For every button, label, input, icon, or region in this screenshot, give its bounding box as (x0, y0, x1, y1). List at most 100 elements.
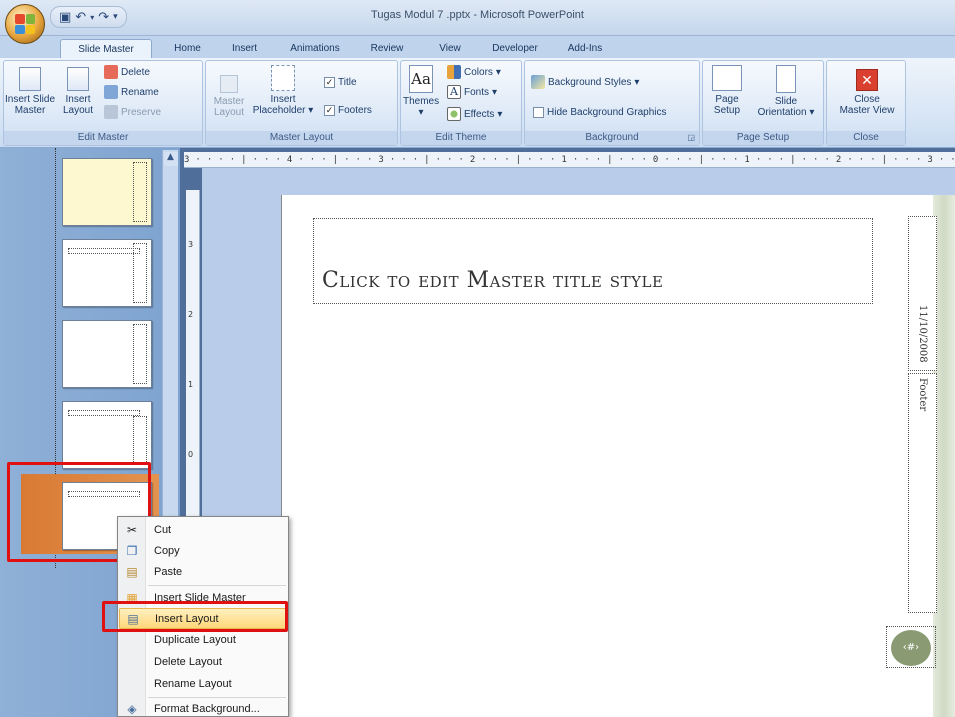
date-placeholder[interactable]: 11/10/2008 (908, 216, 937, 371)
thumbnail-title-placeholder (68, 410, 140, 416)
colors-button[interactable]: Colors ▾ (447, 65, 501, 79)
master-layout-button[interactable]: Master Layout (208, 75, 250, 118)
title-check-icon: ✓ (324, 77, 335, 88)
group-label: Close (827, 131, 905, 145)
office-button[interactable] (5, 4, 45, 44)
slide-master-thumbnail[interactable] (62, 158, 152, 226)
delete-button[interactable]: Delete (104, 65, 150, 79)
ribbon: Insert Slide Master Insert Layout Delete… (0, 58, 955, 148)
layout-icon (67, 67, 89, 91)
group-label: Edit Master (4, 131, 202, 145)
menu-item-copy[interactable]: ❐ Copy (119, 541, 288, 562)
colors-icon (447, 65, 461, 79)
tab-slide-master[interactable]: Slide Master (60, 39, 152, 58)
menu-item-rename-layout[interactable]: Rename Layout (119, 674, 288, 695)
master-layout-icon (220, 75, 238, 93)
fonts-button[interactable]: A Fonts ▾ (447, 85, 497, 99)
footers-checkbox[interactable]: ✓ Footers (324, 105, 372, 116)
layout-thumbnail[interactable] (62, 401, 152, 469)
menu-item-paste[interactable]: ▤ Paste (119, 562, 288, 583)
powerpoint-window: ▣ ↶ ▾ ↷ ▾ Tugas Modul 7 .pptx - Microsof… (0, 0, 955, 717)
scissors-icon: ✂ (126, 523, 138, 537)
footer-placeholder[interactable]: Footer (908, 373, 937, 613)
master-title-text: Click to edit Master title style (322, 268, 664, 293)
thumbnail-scrollbar[interactable]: ▲ (162, 150, 178, 520)
hide-background-check-icon (533, 107, 544, 118)
slide-orientation-button[interactable]: Slide Orientation ▾ (749, 65, 823, 118)
footers-check-icon: ✓ (324, 105, 335, 116)
group-master-layout: Master Layout Insert Placeholder ▾ ✓ Titl… (205, 60, 398, 146)
title-bar: ▣ ↶ ▾ ↷ ▾ Tugas Modul 7 .pptx - Microsof… (0, 0, 955, 44)
format-background-icon: ◈ (127, 702, 137, 716)
menu-item-format-background[interactable]: ◈ Format Background... (119, 699, 288, 717)
background-styles-button[interactable]: Background Styles ▾ (531, 75, 639, 89)
effects-icon (447, 107, 461, 121)
rename-button[interactable]: Rename (104, 85, 159, 99)
tab-insert[interactable]: Insert (222, 39, 267, 58)
themes-icon: Aa (409, 65, 433, 93)
ruler-tick-2: 2 (188, 310, 194, 319)
group-label: Master Layout (206, 131, 397, 145)
layout-thumbnail[interactable] (62, 239, 152, 307)
tab-developer[interactable]: Developer (485, 39, 545, 58)
close-master-view-button[interactable]: ✕ Close Master View (829, 69, 905, 116)
insert-placeholder-button[interactable]: Insert Placeholder ▾ (250, 65, 316, 116)
paste-icon: ▤ (126, 565, 138, 579)
date-text: 11/10/2008 (917, 305, 928, 363)
thumbnail-title-placeholder (68, 248, 140, 254)
thumbnail-placeholder (133, 324, 147, 384)
copy-icon: ❐ (126, 544, 138, 558)
background-styles-icon (531, 75, 545, 89)
group-background: Background Styles ▾ Hide Background Grap… (524, 60, 700, 146)
thumbnail-placeholder (133, 416, 147, 464)
close-icon: ✕ (856, 69, 878, 91)
tab-add-ins[interactable]: Add-Ins (562, 39, 608, 58)
tab-review[interactable]: Review (364, 39, 410, 58)
scroll-up-icon[interactable]: ▲ (163, 152, 178, 166)
title-checkbox[interactable]: ✓ Title (324, 77, 357, 88)
tab-home[interactable]: Home (165, 39, 210, 58)
group-label: Background ◲ (525, 131, 699, 145)
menu-item-cut[interactable]: ✂ Cut (119, 520, 288, 541)
ruler-tick-3: 3 (188, 240, 194, 249)
delete-icon (104, 65, 118, 79)
menu-separator (148, 585, 286, 586)
thumbnail-placeholder (133, 243, 147, 303)
thumbnail-placeholder (133, 162, 147, 222)
fonts-icon: A (447, 85, 461, 99)
menu-separator (148, 697, 286, 698)
placeholder-icon (271, 65, 295, 91)
insert-layout-button[interactable]: Insert Layout (56, 67, 100, 116)
horizontal-ruler: 3 · · · · | · · · 4 · · · | · · · 3 · · … (184, 152, 955, 168)
menu-item-duplicate-layout[interactable]: Duplicate Layout (119, 630, 288, 651)
group-label: Page Setup (703, 131, 823, 145)
preserve-button[interactable]: Preserve (104, 105, 161, 119)
group-page-setup: Page Setup Slide Orientation ▾ Page Setu… (702, 60, 824, 146)
page-setup-button[interactable]: Page Setup (705, 65, 749, 116)
effects-button[interactable]: Effects ▾ (447, 107, 502, 121)
menu-item-delete-layout[interactable]: Delete Layout (119, 652, 288, 673)
preserve-icon (104, 105, 118, 119)
slide-number: ‹#› (891, 630, 931, 666)
group-close: ✕ Close Master View Close (826, 60, 906, 146)
group-label: Edit Theme (401, 131, 521, 145)
slide-orientation-icon (776, 65, 796, 93)
tab-view[interactable]: View (432, 39, 468, 58)
hide-background-graphics-checkbox[interactable]: Hide Background Graphics (533, 107, 667, 118)
window-title: Tugas Modul 7 .pptx - Microsoft PowerPoi… (371, 9, 584, 21)
group-edit-master: Insert Slide Master Insert Layout Delete… (3, 60, 203, 146)
ruler-tick-0: 0 (188, 450, 194, 459)
footer-text: Footer (917, 378, 928, 412)
tab-animations[interactable]: Animations (280, 39, 350, 58)
dialog-launcher-icon[interactable]: ◲ (687, 131, 695, 145)
ribbon-tabs: Slide Master Home Insert Animations Revi… (0, 36, 955, 58)
ruler-tick-1: 1 (188, 380, 194, 389)
office-logo-icon (15, 14, 35, 34)
layout-thumbnail[interactable] (62, 320, 152, 388)
page-setup-icon (712, 65, 742, 91)
themes-button[interactable]: Aa Themes ▾ (403, 65, 439, 118)
highlight-box-insert-layout (102, 601, 288, 632)
rename-icon (104, 85, 118, 99)
slide-master-icon (19, 67, 41, 91)
insert-slide-master-button[interactable]: Insert Slide Master (4, 67, 56, 116)
